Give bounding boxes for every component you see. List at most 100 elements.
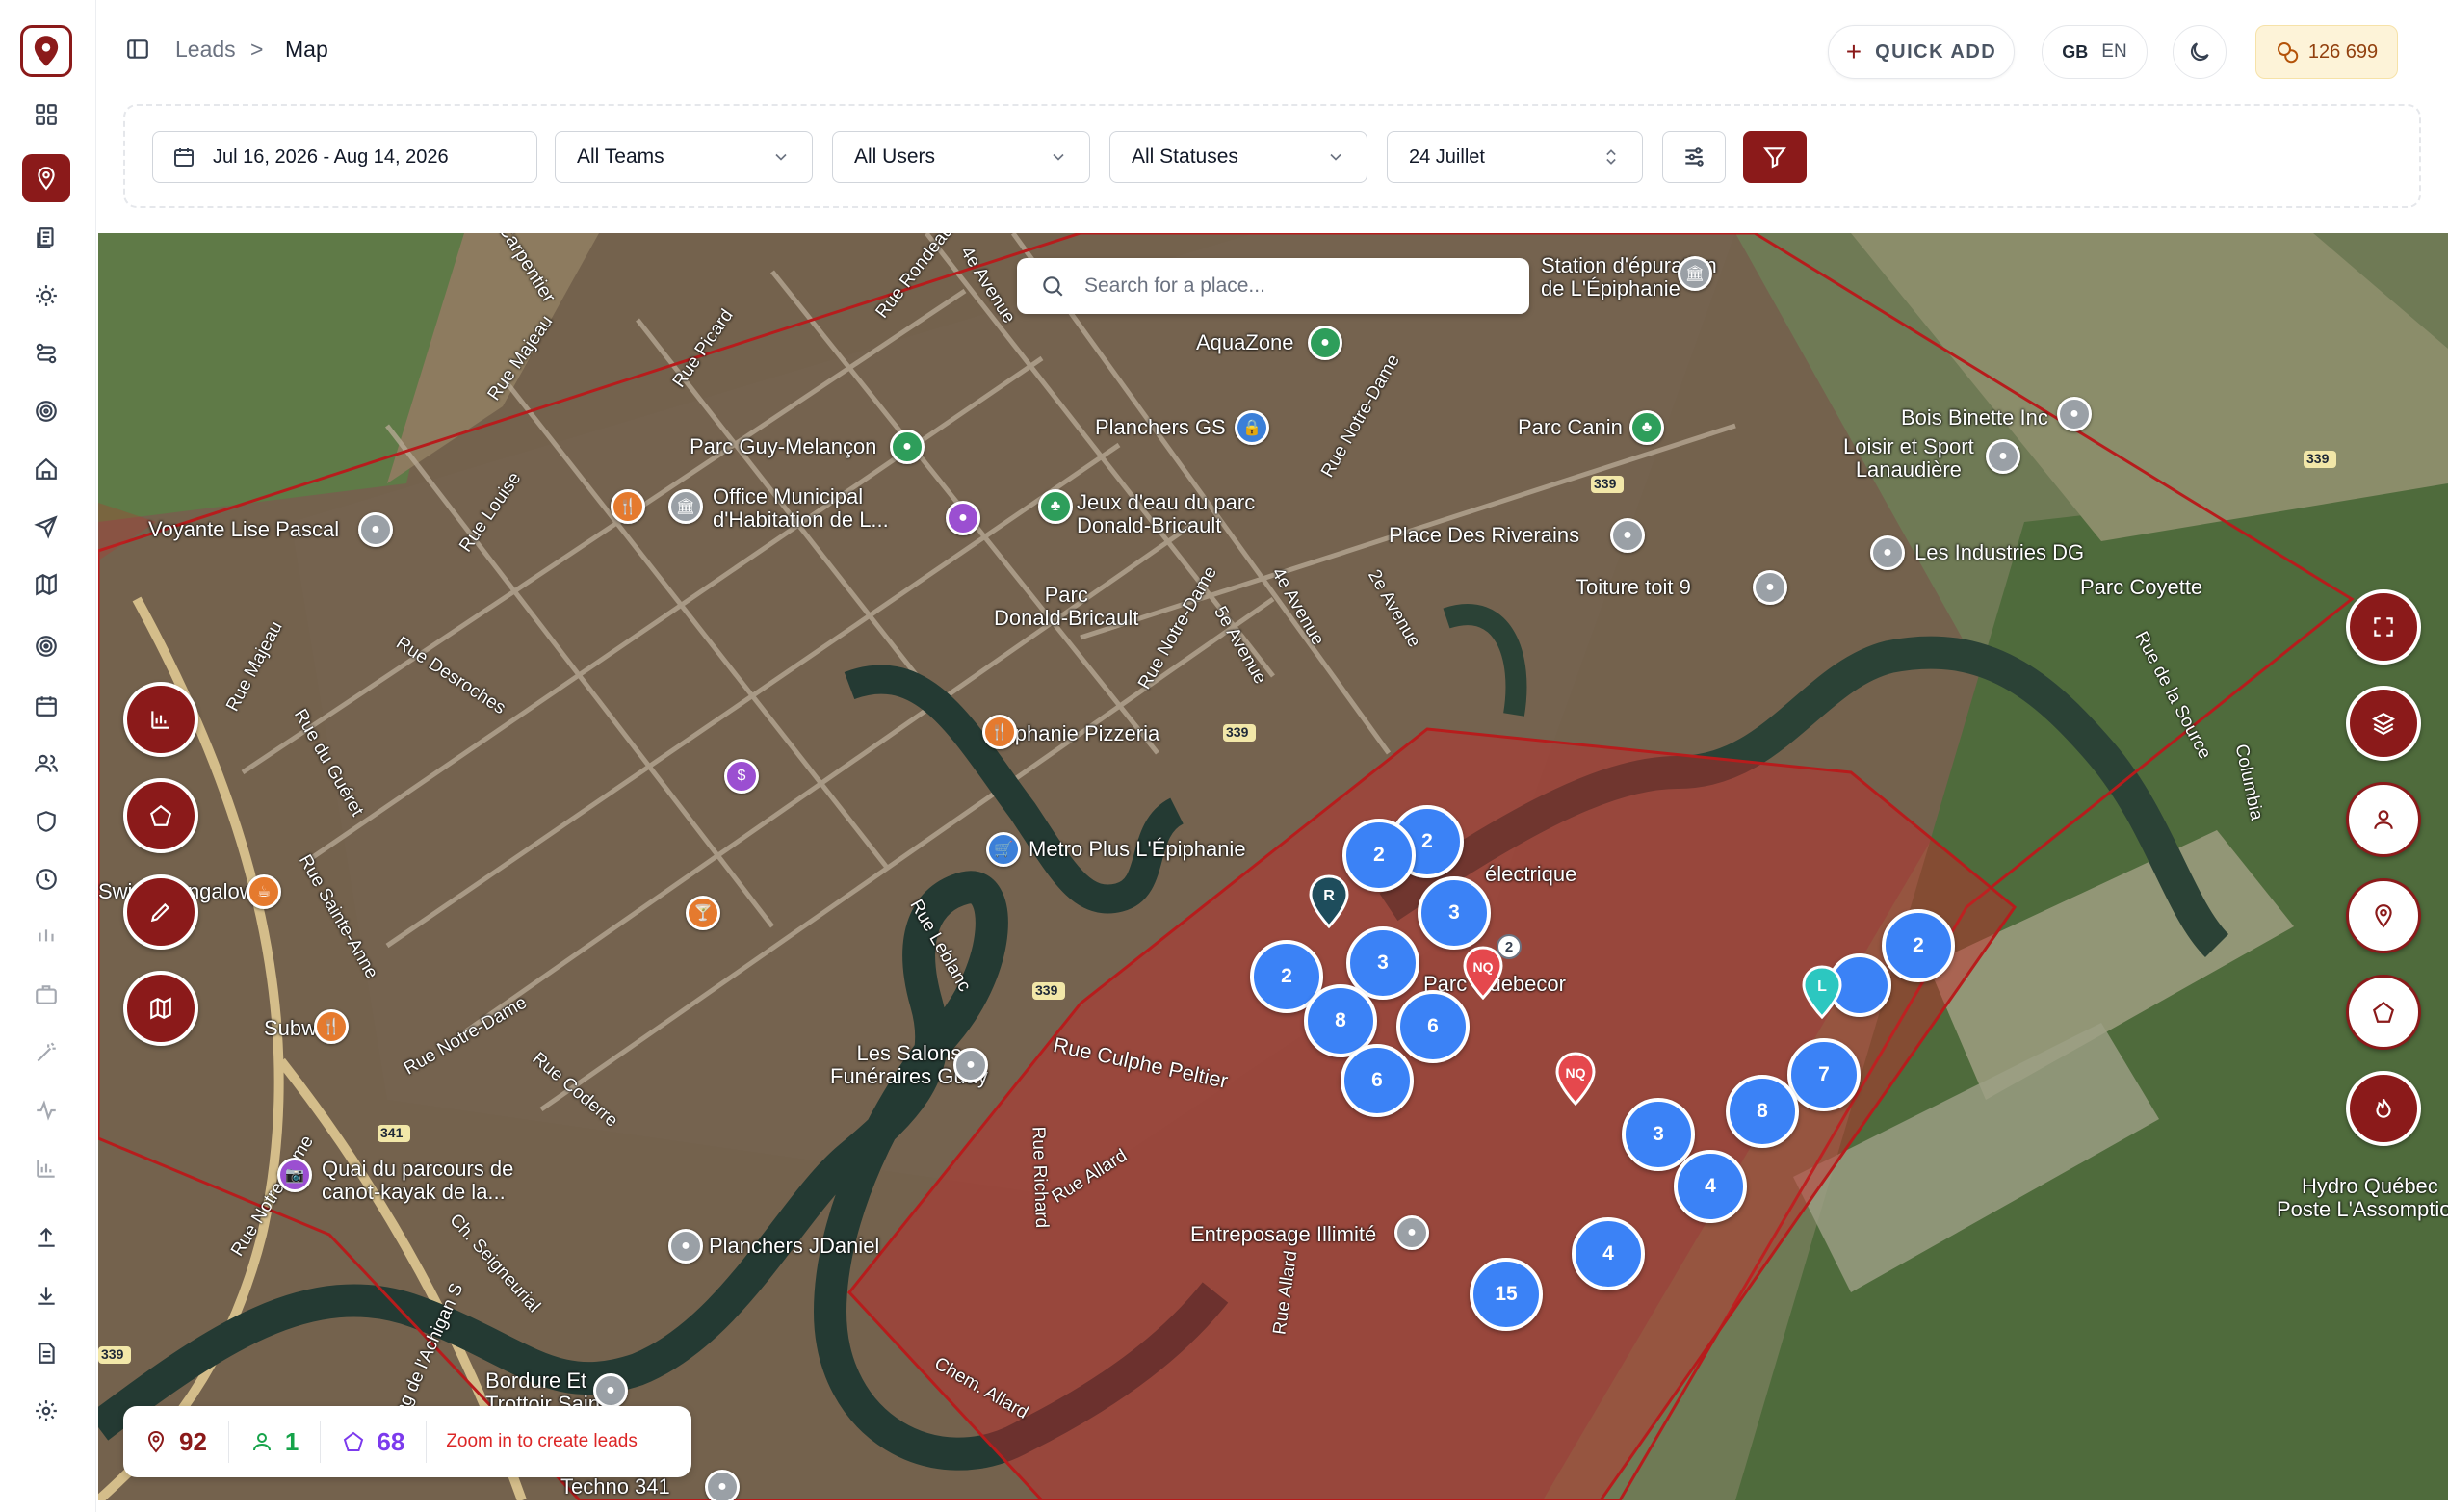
plus-icon: +: [1845, 37, 1862, 66]
poi-marker-icon[interactable]: ●: [668, 1229, 703, 1264]
sidebar-toggle-icon[interactable]: [123, 35, 152, 64]
pin-layer-button[interactable]: [2346, 878, 2421, 953]
lead-cluster[interactable]: 15: [1470, 1258, 1543, 1331]
settings-gear-icon[interactable]: [22, 1387, 70, 1435]
cart-icon[interactable]: 🛒: [986, 832, 1021, 867]
map-pin-icon[interactable]: [22, 154, 70, 202]
poi-marker-icon[interactable]: 🏛: [1678, 256, 1712, 291]
lock-icon[interactable]: 🔒: [1235, 410, 1269, 445]
statuses-select[interactable]: All Statuses: [1109, 131, 1367, 183]
poi-marker-icon[interactable]: ●: [358, 512, 393, 547]
filter-bar: Jul 16, 2026 - Aug 14, 2026 All Teams Al…: [123, 104, 2421, 208]
poi-marker-icon[interactable]: ●: [1308, 326, 1342, 360]
credits-badge[interactable]: 126 699: [2255, 25, 2398, 79]
users-select[interactable]: All Users: [832, 131, 1090, 183]
poi-marker-icon[interactable]: ●: [593, 1373, 628, 1408]
dollar-icon[interactable]: $: [724, 759, 759, 794]
lead-cluster[interactable]: 4: [1572, 1217, 1645, 1290]
heatmap-button[interactable]: [2346, 1071, 2421, 1146]
camera-icon[interactable]: 📷: [277, 1158, 312, 1192]
poi-marker-icon[interactable]: ●: [1870, 535, 1905, 570]
calendar-icon[interactable]: [22, 682, 70, 730]
magic-wand-icon[interactable]: [22, 1029, 70, 1077]
bar-chart-icon[interactable]: [22, 1144, 70, 1192]
clock-icon[interactable]: [22, 855, 70, 903]
apply-filter-button[interactable]: [1743, 131, 1807, 183]
restaurant-icon[interactable]: 🍴: [982, 715, 1017, 749]
lead-cluster[interactable]: 6: [1396, 990, 1470, 1063]
bar-icon[interactable]: 🍸: [686, 896, 720, 930]
fullscreen-button[interactable]: [2346, 589, 2421, 665]
quick-add-button[interactable]: + QUICK ADD: [1828, 25, 2015, 79]
restaurant-icon[interactable]: 🍴: [611, 489, 645, 524]
poi-marker-icon[interactable]: ●: [705, 1470, 740, 1500]
briefcase-icon[interactable]: [22, 971, 70, 1019]
poi-label: Techno 341: [560, 1474, 670, 1499]
user-icon: [2374, 810, 2393, 829]
home-icon[interactable]: [22, 445, 70, 493]
route-icon[interactable]: [22, 329, 70, 378]
poi-marker-icon[interactable]: ●: [1753, 570, 1787, 605]
place-search-input[interactable]: [1084, 274, 1508, 298]
lead-pin-l[interactable]: L: [1801, 965, 1843, 1019]
upload-icon[interactable]: [22, 1213, 70, 1262]
activity-icon[interactable]: [22, 1086, 70, 1134]
shopping-icon[interactable]: ●: [946, 501, 980, 535]
tree-icon[interactable]: ♣: [1038, 489, 1073, 524]
lead-cluster[interactable]: 2: [1342, 819, 1416, 892]
map-fold-icon[interactable]: [22, 560, 70, 609]
route-shield: 339: [2306, 451, 2330, 466]
lead-cluster[interactable]: 4: [1674, 1150, 1747, 1223]
map-canvas[interactable]: 339 339 339 339 341 339 Carpentier Rue R…: [98, 233, 2448, 1500]
layers-button[interactable]: [2346, 686, 2421, 761]
teams-select[interactable]: All Teams: [555, 131, 813, 183]
area-layer-button[interactable]: [2346, 975, 2421, 1050]
lead-cluster[interactable]: 8: [1726, 1075, 1799, 1148]
analytics-tool-button[interactable]: [123, 682, 198, 757]
map-type-tool-button[interactable]: [123, 971, 198, 1046]
advanced-filters-button[interactable]: [1662, 131, 1726, 183]
poi-marker-icon[interactable]: ●: [1610, 518, 1645, 553]
moon-icon: [2190, 42, 2209, 62]
date-range-picker[interactable]: Jul 16, 2026 - Aug 14, 2026: [152, 131, 537, 183]
lead-cluster[interactable]: 6: [1341, 1044, 1414, 1117]
shield-icon[interactable]: [22, 797, 70, 846]
tree-icon[interactable]: ♣: [1629, 410, 1664, 445]
day-select[interactable]: 24 Juillet: [1387, 131, 1643, 183]
breadcrumb-leads[interactable]: Leads: [175, 37, 236, 63]
cafe-icon[interactable]: ☕: [247, 874, 281, 909]
users-icon[interactable]: [22, 740, 70, 788]
poi-marker-icon[interactable]: ●: [890, 430, 925, 464]
lead-pin-r[interactable]: R: [1308, 874, 1350, 928]
app-logo[interactable]: [20, 25, 72, 77]
building-icon[interactable]: 🏛: [668, 489, 703, 524]
language-switcher[interactable]: GB EN: [2042, 25, 2148, 79]
theme-toggle-button[interactable]: [2173, 25, 2227, 79]
lead-cluster[interactable]: 3: [1418, 876, 1491, 950]
pentagon-icon: [344, 1431, 364, 1451]
draw-tool-button[interactable]: [123, 874, 198, 950]
sun-icon[interactable]: [22, 272, 70, 320]
lead-cluster[interactable]: 7: [1787, 1038, 1861, 1111]
dashboard-icon[interactable]: [22, 91, 70, 139]
polygon-tool-button[interactable]: [123, 778, 198, 853]
poi-marker-icon[interactable]: ●: [2057, 397, 2092, 431]
radar-icon[interactable]: [22, 622, 70, 670]
lead-cluster[interactable]: 2: [1882, 909, 1955, 982]
poi-label: AquaZone: [1196, 330, 1294, 354]
restaurant-icon[interactable]: 🍴: [314, 1009, 349, 1044]
poi-marker-icon[interactable]: ●: [1986, 439, 2020, 474]
download-icon[interactable]: [22, 1271, 70, 1319]
user-location-button[interactable]: [2346, 782, 2421, 857]
lead-pin-nq[interactable]: NQ: [1554, 1052, 1597, 1106]
poi-marker-icon[interactable]: ●: [1394, 1215, 1429, 1250]
documents-icon[interactable]: [22, 214, 70, 262]
place-search[interactable]: [1017, 258, 1529, 314]
poi-label: Metro Plus L'Épiphanie: [1029, 837, 1246, 861]
signal-icon[interactable]: [22, 913, 70, 961]
file-text-icon[interactable]: [22, 1329, 70, 1377]
poi-marker-icon[interactable]: ●: [953, 1048, 988, 1082]
poi-label: Planchers GS: [1095, 415, 1226, 439]
target-icon[interactable]: [22, 387, 70, 435]
send-icon[interactable]: [22, 503, 70, 551]
